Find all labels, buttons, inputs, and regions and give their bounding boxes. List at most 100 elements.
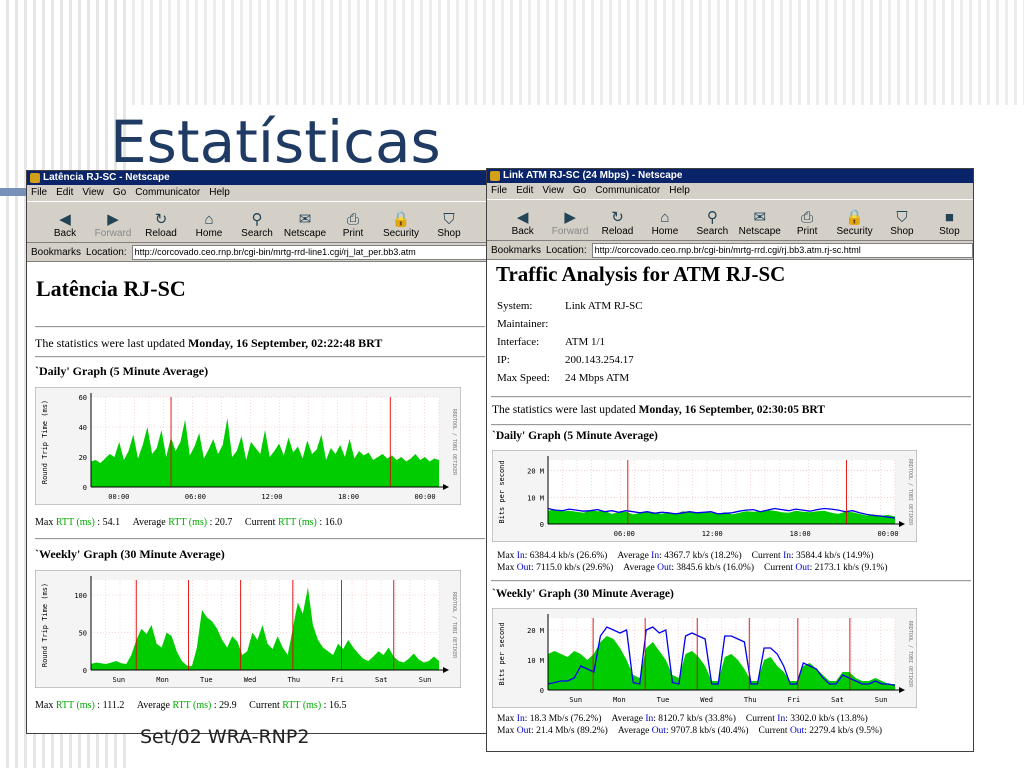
stats-row-out: Max Out: 7115.0 kb/s (29.6%) Average Out:… [497, 562, 897, 574]
stat-label-rtt: RTT (ms) [55, 700, 95, 711]
menu-go[interactable]: Go [113, 185, 126, 201]
toolbar-label: Back [511, 226, 534, 237]
y-axis-label: Round Trip Time (ms) [41, 400, 49, 484]
stat-label: Current [751, 551, 784, 561]
bookmarks-button[interactable]: Bookmarks [31, 247, 81, 258]
stat-label-rtt: RTT (ms) [168, 517, 208, 528]
search-button[interactable]: ⚲ Search [233, 211, 281, 242]
url-input[interactable]: http://corcovado.ceo.rnp.br/cgi-bin/mrtg… [131, 244, 489, 260]
menu-bar: File Edit View Go Communicator Help [27, 185, 489, 201]
location-bar: Bookmarks Location: http://corcovado.ceo… [27, 243, 489, 262]
home-button[interactable]: ⌂ Home [185, 211, 233, 242]
stat-label-rtt: RTT (ms) [282, 700, 322, 711]
x-tick-label: 12:00 [261, 493, 282, 501]
shop-button[interactable]: ⛉ Shop [425, 211, 473, 242]
last-updated-text: The statistics were last updated Monday,… [35, 336, 382, 351]
reload-button[interactable]: ↻ Reload [137, 211, 185, 242]
stat-cur-value: 16.5 [328, 700, 347, 711]
forward-button[interactable]: ▶ Forward [546, 209, 593, 240]
print-button[interactable]: ⎙ Print [783, 209, 830, 240]
menu-edit[interactable]: Edit [56, 185, 73, 201]
traffic-weekly-graph: 0 10 M 20 M Sun Mon Tue Wed Thu Fri Sat Sun Bits pe… [492, 608, 917, 708]
back-button[interactable]: ◀ Back [41, 211, 89, 242]
netscape-button[interactable]: ✉ Netscape [281, 211, 329, 242]
stat-label: Max [497, 563, 517, 573]
y-tick-label: 50 [79, 630, 87, 638]
stats-row-in: Max In: 18.3 Mb/s (76.2%) Average In: 812… [497, 713, 892, 725]
stat-sep: : [94, 517, 103, 528]
stat-label: Current [745, 714, 778, 724]
stats-row-in: Max In: 6384.4 kb/s (26.6%) Average In: 4… [497, 550, 897, 562]
menu-view[interactable]: View [542, 183, 564, 199]
security-button[interactable]: 🔒 Security [377, 211, 425, 242]
forward-button[interactable]: ▶ Forward [89, 211, 137, 242]
stop-button[interactable]: ■ Stop [926, 209, 973, 240]
menu-communicator[interactable]: Communicator [595, 183, 660, 199]
stat-dir-label: Out [651, 726, 666, 736]
stat-cur-value: 3302.0 kb/s (13.8%) [790, 714, 868, 724]
last-updated-text: The statistics were last updated Monday,… [492, 404, 825, 416]
stat-sep: : [316, 517, 325, 528]
info-value: Link ATM RJ-SC [565, 300, 643, 312]
print-button[interactable]: ⎙ Print [329, 211, 377, 242]
stat-sep: : [211, 700, 220, 711]
stat-label: Average [611, 714, 646, 724]
stat-dir-label: In [783, 551, 791, 561]
stat-label-cur: Current [249, 700, 283, 711]
search-button[interactable]: ⚲ Search [689, 209, 736, 240]
divider [491, 396, 971, 398]
x-tick-label: Tue [200, 676, 213, 684]
home-button[interactable]: ⌂ Home [641, 209, 688, 240]
stat-avg-value: 4367.7 kb/s (18.2%) [664, 551, 742, 561]
rrdtool-watermark: RRDTOOL / TOBI OETIKER [451, 592, 457, 659]
home-icon: ⌂ [660, 209, 670, 226]
weekly-stats: Max RTT (ms) : 111.2 Average RTT (ms) : … [35, 700, 346, 711]
stat-max-value: 21.4 Mb/s (89.2%) [536, 726, 608, 736]
stats-row-out: Max Out: 21.4 Mb/s (89.2%) Average Out: 9… [497, 725, 892, 737]
menu-edit[interactable]: Edit [516, 183, 533, 199]
netscape-icon [490, 171, 500, 181]
menu-help[interactable]: Help [209, 185, 230, 201]
y-tick-label: 10 M [527, 494, 544, 502]
stat-label-rtt: RTT (ms) [172, 700, 212, 711]
reload-button[interactable]: ↻ Reload [594, 209, 641, 240]
security-button[interactable]: 🔒 Security [831, 209, 878, 240]
menu-communicator[interactable]: Communicator [135, 185, 200, 201]
bookmarks-button[interactable]: Bookmarks [491, 245, 541, 256]
window-titlebar[interactable]: Latência RJ-SC - Netscape [27, 171, 489, 185]
back-button[interactable]: ◀ Back [499, 209, 546, 240]
menu-file[interactable]: File [31, 185, 47, 201]
url-input[interactable]: http://corcovado.ceo.rnp.br/cgi-bin/mrtg… [591, 242, 973, 258]
netscape-button[interactable]: ✉ Netscape [736, 209, 783, 240]
rrdtool-watermark: RRDTOOL / TOBI OETIKER [907, 621, 913, 688]
menu-go[interactable]: Go [573, 183, 586, 199]
search-icon: ⚲ [251, 211, 263, 228]
menu-help[interactable]: Help [669, 183, 690, 199]
menu-bar: File Edit View Go Communicator Help [487, 183, 973, 199]
toolbar-label: Back [53, 228, 77, 239]
info-key: Maintainer: [497, 318, 549, 330]
stat-dir-label: Out [789, 726, 805, 736]
menu-view[interactable]: View [82, 185, 104, 201]
stat-label: Current [758, 726, 790, 736]
stat-label-cur: Current [244, 517, 278, 528]
x-tick-label: Sun [419, 676, 432, 684]
toolbar-label: Shop [437, 228, 461, 239]
page-heading: Latência RJ-SC [36, 276, 186, 301]
y-tick-label: 20 M [527, 468, 544, 476]
stat-dir-label: In [651, 551, 660, 561]
x-tick-label: Sat [375, 676, 388, 684]
toolbar-label: Reload [601, 226, 634, 237]
toolbar-label: Stop [939, 226, 960, 237]
info-row: Interface: ATM 1/1 [497, 336, 643, 354]
y-tick-label: 0 [540, 521, 544, 529]
shop-button[interactable]: ⛉ Shop [878, 209, 925, 240]
stat-dir-label: In [777, 714, 786, 724]
y-tick-label: 20 M [527, 627, 544, 635]
menu-file[interactable]: File [491, 183, 507, 199]
y-tick-label: 100 [74, 592, 87, 600]
back-icon: ◀ [516, 209, 529, 226]
window-titlebar[interactable]: Link ATM RJ-SC (24 Mbps) - Netscape [487, 169, 973, 183]
x-tick-label: 06:00 [185, 493, 206, 501]
x-tick-label: Mon [613, 696, 626, 704]
